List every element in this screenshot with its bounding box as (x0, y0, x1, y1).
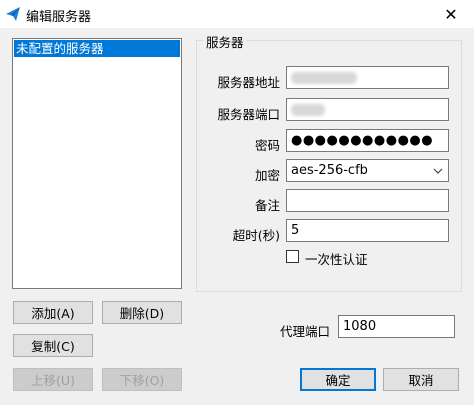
proxy-port-field[interactable]: 1080 (338, 315, 455, 338)
timeout-field[interactable]: 5 (286, 219, 449, 242)
paper-plane-icon (6, 7, 20, 21)
server-group-title: 服务器 (203, 32, 247, 51)
add-button[interactable]: 添加(A) (13, 301, 93, 324)
one-time-auth-label[interactable]: 一次性认证 (305, 249, 368, 268)
chevron-down-icon (433, 168, 443, 174)
cancel-button[interactable]: 取消 (383, 368, 459, 391)
copy-button[interactable]: 复制(C) (13, 334, 93, 357)
server-list-item[interactable]: 未配置的服务器 (14, 40, 180, 57)
remarks-label: 备注 (254, 198, 280, 213)
title-bar: 编辑服务器 ✕ (0, 0, 474, 28)
move-down-button[interactable]: 下移(O) (102, 368, 182, 391)
encryption-label: 加密 (254, 168, 280, 183)
window-title: 编辑服务器 (26, 10, 92, 25)
encryption-value: aes-256-cfb (291, 163, 368, 178)
proxy-port-label: 代理端口 (279, 324, 330, 339)
password-field[interactable]: ●●●●●●●●●●●● (286, 129, 449, 152)
server-address-field[interactable] (286, 66, 449, 89)
delete-button[interactable]: 删除(D) (102, 301, 182, 324)
password-label: 密码 (254, 138, 280, 153)
server-port-field[interactable] (286, 98, 449, 121)
server-port-label: 服务器端口 (217, 107, 280, 122)
redacted-value (291, 72, 357, 84)
move-up-button[interactable]: 上移(U) (13, 368, 93, 391)
ok-button[interactable]: 确定 (300, 368, 376, 391)
close-icon: ✕ (444, 4, 458, 24)
server-list[interactable]: 未配置的服务器 (12, 38, 182, 289)
one-time-auth-checkbox[interactable] (286, 250, 299, 263)
timeout-label: 超时(秒) (232, 228, 280, 243)
encryption-select[interactable]: aes-256-cfb (286, 159, 449, 182)
dialog-body: 未配置的服务器 添加(A) 删除(D) 复制(C) 上移(U) 下移(O) 服务… (0, 28, 474, 405)
redacted-value (291, 104, 325, 116)
server-address-label: 服务器地址 (217, 75, 280, 90)
remarks-field[interactable] (286, 189, 449, 212)
close-button[interactable]: ✕ (428, 0, 474, 28)
